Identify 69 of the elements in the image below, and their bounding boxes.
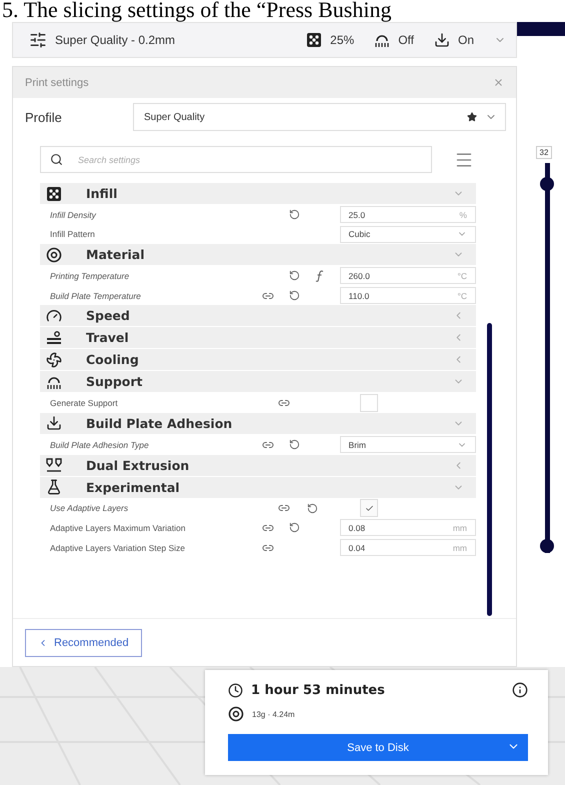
setting-label: Adaptive Layers Maximum Variation xyxy=(50,522,186,533)
search-icon xyxy=(50,153,63,166)
category-header[interactable]: Travel xyxy=(40,327,476,348)
recommended-button[interactable]: Recommended xyxy=(25,628,142,656)
material-usage: 13g · 4.24m xyxy=(252,710,295,718)
number-field[interactable]: 25.0 % xyxy=(340,206,476,224)
star-icon xyxy=(467,112,477,122)
category-header[interactable]: Infill xyxy=(40,183,476,204)
travel-icon xyxy=(46,330,62,346)
category-header[interactable]: Speed xyxy=(40,305,476,326)
setting-label: Infill Pattern xyxy=(50,229,96,240)
number-field[interactable]: 260.0 °C xyxy=(340,267,476,284)
adhesion-icon xyxy=(434,32,450,48)
support-icon xyxy=(374,32,390,48)
checkbox[interactable] xyxy=(360,394,378,412)
reset-icon[interactable] xyxy=(288,209,300,220)
category-header[interactable]: Experimental xyxy=(40,476,476,498)
spool-icon xyxy=(228,706,244,722)
gauge-icon xyxy=(46,308,62,324)
infill-icon xyxy=(46,186,62,202)
setting-dropdown[interactable]: Brim xyxy=(340,436,476,454)
figure-caption: 5. The slicing settings of the “Press Bushing xyxy=(1,0,392,22)
infill-icon xyxy=(306,32,322,48)
setting-label: Printing Temperature xyxy=(50,270,130,281)
profile-summary: Super Quality - 0.2mm xyxy=(55,33,176,47)
adhesion-icon xyxy=(46,415,62,432)
fan-icon xyxy=(46,352,62,368)
number-field[interactable]: 0.08 mm xyxy=(340,519,476,536)
save-button[interactable]: Save to Disk xyxy=(228,734,528,761)
number-field[interactable]: 0.04 mm xyxy=(340,539,476,556)
infill-summary: 25% xyxy=(330,33,354,47)
print-time: 1 hour 53 minutes xyxy=(251,682,386,698)
setting-label: Generate Support xyxy=(50,398,119,408)
clock-icon xyxy=(228,682,243,698)
spool-icon xyxy=(46,246,62,263)
sliders-icon xyxy=(29,31,47,49)
layer-number: 32 xyxy=(536,146,552,159)
setting-label: Use Adaptive Layers xyxy=(50,503,130,514)
category-header[interactable]: Build Plate Adhesion xyxy=(40,412,476,434)
scrollbar[interactable] xyxy=(486,323,492,616)
dual-nozzle-icon xyxy=(46,457,62,474)
profile-label: Profile xyxy=(25,110,63,124)
reset-icon[interactable] xyxy=(288,522,300,534)
search-field[interactable]: Search settings xyxy=(40,146,432,173)
panel-title: Print settings xyxy=(25,76,89,88)
reset-icon[interactable] xyxy=(306,502,318,514)
category-header[interactable]: Dual Extrusion xyxy=(40,454,476,476)
checkbox[interactable] xyxy=(360,499,378,518)
reset-icon[interactable] xyxy=(288,290,300,302)
category-header[interactable]: Support xyxy=(40,371,476,392)
profile-dropdown[interactable]: Super Quality xyxy=(133,103,506,131)
category-header[interactable]: Material xyxy=(40,244,476,266)
print-setup-bar[interactable]: Super Quality - 0.2mm 25% Off On xyxy=(12,22,517,58)
check-icon xyxy=(364,504,374,513)
category-header[interactable]: Cooling xyxy=(40,349,476,370)
layer-slider[interactable] xyxy=(540,163,554,553)
info-icon[interactable] xyxy=(512,682,528,698)
setting-label: Build Plate Adhesion Type xyxy=(50,440,150,450)
header-bar xyxy=(517,22,565,36)
setting-label: Adaptive Layers Variation Step Size xyxy=(50,542,186,553)
reset-icon[interactable] xyxy=(288,439,300,450)
flask-icon xyxy=(46,479,62,496)
number-field[interactable]: 110.0 °C xyxy=(340,287,476,304)
adhesion-summary: On xyxy=(458,33,474,47)
setting-dropdown[interactable]: Cubic xyxy=(340,226,476,243)
reset-icon[interactable] xyxy=(288,270,300,282)
setting-label: Build Plate Temperature xyxy=(50,290,142,301)
setting-label: Infill Density xyxy=(50,210,98,220)
support-summary: Off xyxy=(398,33,414,47)
